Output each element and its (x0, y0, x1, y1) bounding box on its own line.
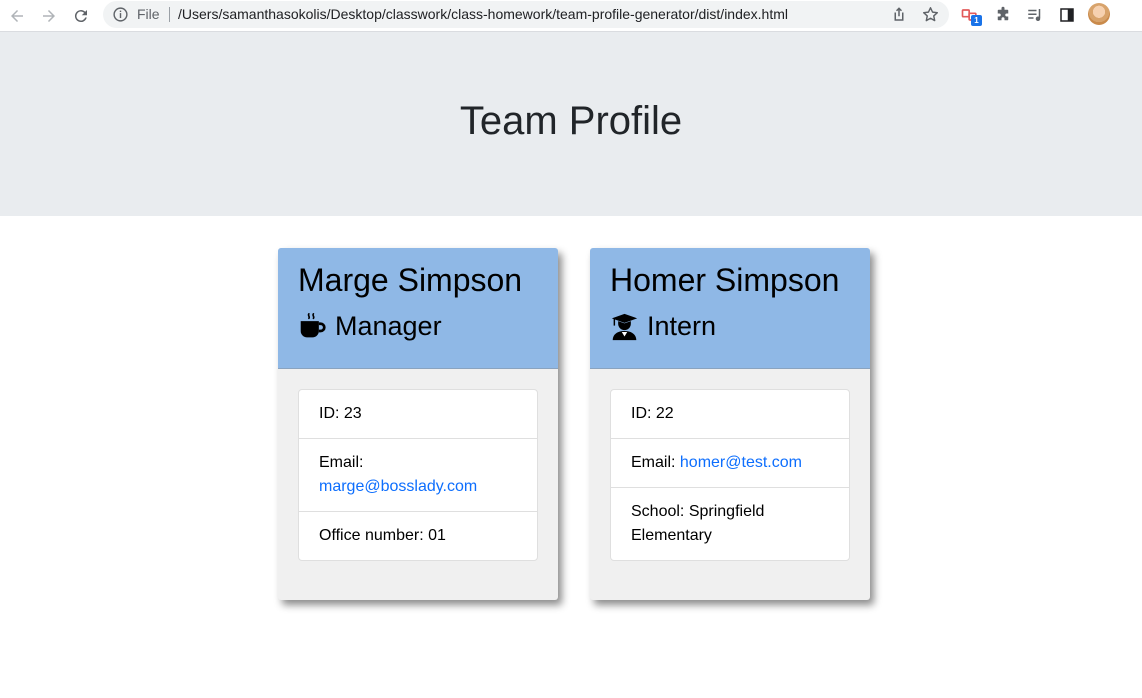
email-label: Email: (631, 454, 676, 471)
media-control-button[interactable] (1024, 4, 1046, 26)
puzzle-icon (997, 6, 1009, 21)
arrow-left-icon (11, 10, 23, 22)
employee-card: Marge Simpson Manager ID: 23 Email: marg… (278, 248, 558, 600)
info-icon[interactable] (112, 6, 129, 23)
separator (169, 7, 170, 22)
employee-card: Homer Simpson Intern ID: 22 Email: homer… (590, 248, 870, 600)
role-label: Manager (335, 310, 442, 341)
side-panel-icon (1060, 8, 1074, 22)
employee-details-list: ID: 23 Email: marge@bosslady.com Office … (298, 389, 538, 561)
employee-role: Intern (610, 310, 716, 342)
school: School: Springfield Elementary (611, 487, 849, 560)
address-bar[interactable]: File /Users/samanthasokolis/Desktop/clas… (103, 1, 949, 28)
employee-email-row: Email: homer@test.com (611, 438, 849, 487)
back-button[interactable] (5, 4, 29, 28)
page-title: Team Profile (459, 99, 683, 143)
extension-badge: 1 (971, 15, 982, 26)
email-link[interactable]: homer@test.com (680, 454, 802, 471)
bookmark-star-icon[interactable] (921, 5, 940, 24)
employee-details-list: ID: 22 Email: homer@test.com School: Spr… (610, 389, 850, 561)
extension-button[interactable]: 1 (959, 4, 982, 26)
url-text[interactable]: /Users/samanthasokolis/Desktop/classwork… (178, 6, 788, 23)
email-label: Email: (319, 454, 364, 471)
profile-avatar[interactable] (1088, 3, 1110, 25)
card-header: Homer Simpson Intern (590, 248, 870, 369)
employee-name: Marge Simpson (298, 262, 523, 298)
coffee-mug-icon (298, 312, 327, 341)
employee-id: ID: 23 (319, 405, 362, 422)
reload-button[interactable] (69, 4, 93, 28)
playlist-icon (1028, 9, 1041, 21)
role-label: Intern (647, 310, 717, 341)
forward-button[interactable] (37, 4, 61, 28)
browser-toolbar: File /Users/samanthasokolis/Desktop/clas… (0, 0, 1142, 32)
arrow-right-icon (43, 10, 55, 22)
side-panel-button[interactable] (1056, 4, 1078, 26)
card-header: Marge Simpson Manager (278, 248, 558, 369)
employee-name: Homer Simpson (610, 262, 840, 298)
employee-id: ID: 22 (631, 405, 674, 422)
graduate-icon (610, 312, 639, 341)
office-number: Office number: 01 (299, 511, 537, 560)
file-scheme-label: File (137, 6, 160, 22)
extensions-button[interactable] (992, 4, 1014, 26)
email-link[interactable]: marge@bosslady.com (319, 478, 477, 495)
employee-role: Manager (298, 310, 442, 342)
share-icon[interactable] (890, 5, 908, 23)
employee-email-row: Email: marge@bosslady.com (299, 438, 537, 511)
reload-icon (74, 10, 87, 23)
